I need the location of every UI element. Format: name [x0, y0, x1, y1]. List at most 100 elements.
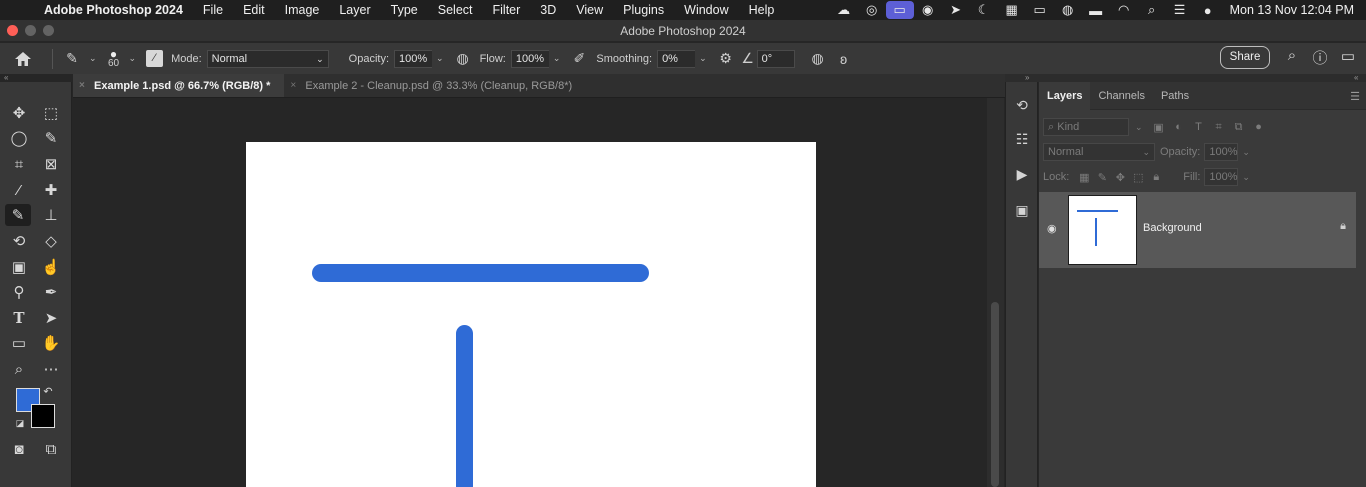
sync-icon[interactable]: ◎ [858, 2, 886, 18]
display-icon[interactable]: ▭ [1026, 2, 1054, 18]
share-button[interactable]: Share [1220, 46, 1270, 69]
marquee-icon[interactable]: ⬚ [38, 102, 64, 124]
tab-example-1[interactable]: × Example 1.psd @ 66.7% (RGB/8) * [73, 74, 285, 98]
angle-icon[interactable]: ∠ [739, 50, 757, 67]
app-menu[interactable]: Adobe Photoshop 2024 [44, 3, 183, 17]
screen-mode-icon[interactable]: ⧉ [38, 438, 64, 460]
eyedropper-icon[interactable]: ⁄ [6, 179, 32, 201]
move-icon[interactable]: ✥ [6, 102, 32, 124]
menu-select[interactable]: Select [438, 3, 473, 17]
menu-help[interactable]: Help [749, 3, 775, 17]
brush-icon[interactable]: ✎ [5, 204, 31, 226]
brush-preset-dropdown[interactable]: ⌄ [89, 53, 97, 64]
flow-input[interactable]: 100% [510, 49, 549, 68]
filter-adjustment-icon[interactable]: ◐ [1169, 121, 1189, 133]
canvas-area[interactable] [73, 98, 987, 487]
wifi-icon[interactable]: ◠ [1110, 2, 1138, 18]
type-icon[interactable]: T [6, 307, 32, 329]
airbrush-icon[interactable]: ✐ [566, 50, 592, 67]
filter-type-icon[interactable]: T [1189, 121, 1209, 133]
tab-example-2[interactable]: × Example 2 - Cleanup.psd @ 33.3% (Clean… [284, 74, 586, 97]
menu-type[interactable]: Type [391, 3, 418, 17]
lock-position-icon[interactable]: ✥ [1111, 171, 1129, 184]
lock-transparent-icon[interactable]: ▦ [1075, 171, 1093, 184]
frame-icon[interactable]: ⊠ [38, 153, 64, 175]
filter-smart-object-icon[interactable]: ⧉ [1229, 121, 1249, 134]
window-manager-icon[interactable]: ▦ [998, 2, 1026, 18]
home-icon[interactable] [0, 43, 46, 74]
close-icon[interactable]: × [79, 74, 85, 98]
filter-pixel-icon[interactable]: ▣ [1149, 121, 1169, 134]
battery-icon[interactable]: ▬ [1082, 3, 1110, 18]
crop-icon[interactable]: ⌗ [6, 153, 32, 175]
quick-mask-icon[interactable]: ◙ [6, 438, 32, 460]
scrollbar-thumb[interactable] [991, 302, 999, 487]
hand-icon[interactable]: ✋ [38, 332, 64, 354]
brush-settings-icon[interactable]: ⁄ [146, 50, 164, 67]
brush-preset-icon[interactable]: ✎ [59, 50, 85, 67]
menu-window[interactable]: Window [684, 3, 728, 17]
adjustments-panel-icon[interactable]: ☷ [1010, 128, 1034, 150]
filter-shape-icon[interactable]: ⌗ [1209, 121, 1229, 134]
search-icon[interactable]: ⌕ [1278, 47, 1306, 68]
tab-layers[interactable]: Layers [1039, 81, 1091, 110]
smoothing-dropdown[interactable]: ⌄ [699, 53, 707, 64]
eye-icon[interactable]: ◉ [1047, 222, 1057, 235]
smoothing-input[interactable]: 0% [657, 49, 696, 68]
rectangle-icon[interactable]: ▭ [6, 332, 32, 354]
lasso-icon[interactable]: ◯ [6, 127, 32, 149]
menu-3d[interactable]: 3D [540, 3, 556, 17]
panel-expand-icon[interactable]: » [1025, 74, 1029, 82]
path-select-icon[interactable]: ➤ [38, 307, 64, 329]
layer-name[interactable]: Background [1143, 222, 1202, 234]
pen-icon[interactable]: ✒ [38, 281, 64, 303]
stamp-icon[interactable]: ⊥ [38, 204, 64, 226]
lock-all-icon[interactable]: 🔒︎ [1147, 171, 1165, 184]
filter-dropdown[interactable]: ⌄ [1135, 122, 1143, 133]
tab-paths[interactable]: Paths [1153, 82, 1197, 110]
opacity-dropdown[interactable]: ⌄ [436, 53, 444, 64]
cursor-icon[interactable]: ➤ [942, 2, 970, 18]
help-icon[interactable]: ⓘ [1306, 47, 1334, 68]
menu-filter[interactable]: Filter [493, 3, 521, 17]
pressure-size-icon[interactable]: ◍ [805, 50, 831, 67]
menu-plugins[interactable]: Plugins [623, 3, 664, 17]
dodge-icon[interactable]: ⚲ [6, 281, 32, 303]
lock-artboard-icon[interactable]: ⬚ [1129, 171, 1147, 184]
toolbar-collapse-icon[interactable]: « [0, 74, 72, 82]
layer-opacity-input[interactable]: 100% [1204, 143, 1239, 161]
opacity-input[interactable]: 100% [394, 49, 433, 68]
tab-channels[interactable]: Channels [1090, 82, 1152, 110]
cloud-icon[interactable]: ☁ [830, 2, 858, 18]
eraser-icon[interactable]: ◇ [38, 230, 64, 252]
history-brush-icon[interactable]: ⟲ [6, 230, 32, 252]
mode-select[interactable]: Normal ⌄ [206, 49, 329, 68]
clock[interactable]: Mon 13 Nov 12:04 PM [1230, 3, 1354, 17]
history-panel-icon[interactable]: ⟲ [1010, 94, 1034, 116]
healing-icon[interactable]: ✚ [38, 179, 64, 201]
moon-icon[interactable]: ☾ [970, 2, 998, 18]
brush-size-dropdown[interactable]: ⌄ [129, 53, 137, 64]
background-color-swatch[interactable] [31, 404, 55, 428]
blend-mode-select[interactable]: Normal ⌄ [1043, 143, 1155, 161]
actions-panel-icon[interactable]: ▶ [1010, 163, 1034, 185]
menu-file[interactable]: File [203, 3, 223, 17]
symmetry-butterfly-icon[interactable]: ʚ [831, 51, 857, 67]
control-center-icon[interactable]: ☰ [1166, 2, 1194, 18]
spotlight-search-icon[interactable]: ⌕ [1138, 2, 1166, 18]
properties-panel-icon[interactable]: ▣ [1010, 199, 1034, 221]
creative-cloud-icon[interactable]: ◉ [914, 2, 942, 18]
menu-image[interactable]: Image [285, 3, 320, 17]
menu-view[interactable]: View [576, 3, 603, 17]
user-switch-icon[interactable]: ◍ [1054, 2, 1082, 18]
close-icon[interactable]: × [290, 74, 296, 98]
quick-select-icon[interactable]: ✎ [38, 127, 64, 149]
pressure-opacity-icon[interactable]: ◍ [450, 50, 476, 67]
lock-image-icon[interactable]: ✎ [1093, 171, 1111, 184]
zoom-icon[interactable]: ⌕ [6, 358, 32, 380]
angle-input[interactable]: 0° [756, 49, 795, 68]
screen-share-icon[interactable]: ▭ [885, 1, 914, 19]
default-colors-icon[interactable]: ◪ [13, 416, 27, 430]
filter-toggle-icon[interactable]: ● [1249, 121, 1269, 133]
menu-layer[interactable]: Layer [339, 3, 370, 17]
